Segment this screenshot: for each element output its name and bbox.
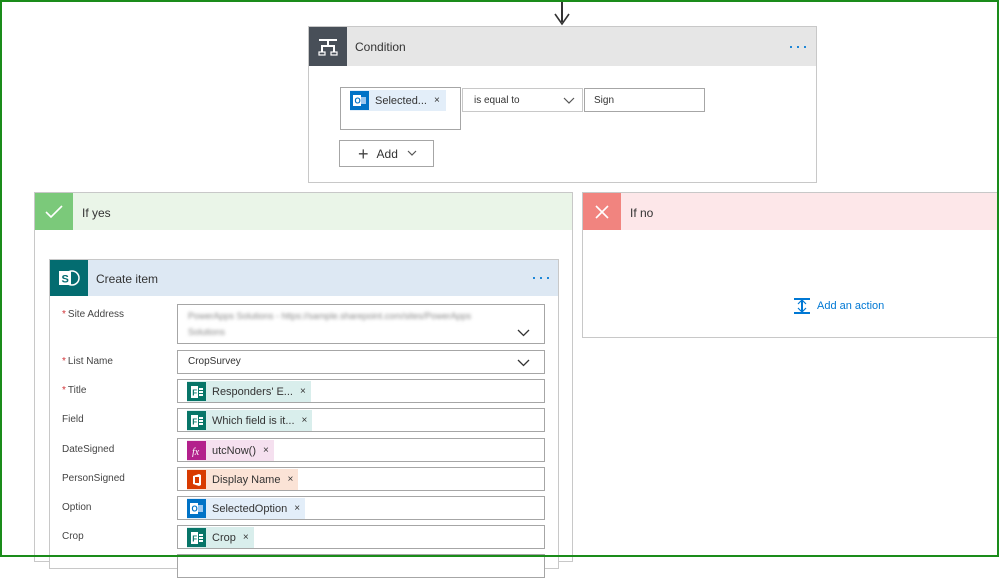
create-item-header[interactable]: S Create item ··· — [50, 260, 558, 296]
svg-text:fx: fx — [192, 447, 200, 457]
date-signed-field[interactable]: fx utcNow() × — [177, 438, 545, 462]
forms-icon: F — [187, 382, 206, 401]
site-address-label: * Site Address — [62, 309, 125, 320]
condition-header[interactable]: Condition ··· — [309, 27, 816, 66]
token-label: Responders' E... — [212, 385, 293, 398]
remove-token-button[interactable]: × — [302, 415, 308, 426]
remove-token-button[interactable]: × — [243, 532, 249, 543]
close-icon — [583, 193, 621, 230]
site-address-value-redacted: PowerApps Solutions - https://sample.sha… — [188, 311, 472, 321]
condition-card[interactable]: Condition ··· O Selected... × is equal t… — [308, 26, 817, 183]
list-name-value: CropSurvey — [188, 356, 241, 367]
add-button-label: Add — [376, 146, 398, 161]
field-field[interactable]: F Which field is it... × — [177, 408, 545, 432]
svg-text:F: F — [192, 534, 197, 543]
svg-text:F: F — [192, 388, 197, 397]
remove-token-button[interactable]: × — [263, 445, 269, 456]
condition-left-operand[interactable]: O Selected... × — [340, 87, 461, 130]
sharepoint-icon: S — [50, 260, 88, 296]
chevron-down-icon — [517, 359, 530, 367]
next-field[interactable] — [177, 554, 545, 578]
create-item-more-menu[interactable]: ··· — [531, 268, 552, 286]
chevron-down-icon — [563, 97, 575, 104]
site-address-value-redacted-2: Solutions — [188, 327, 226, 337]
token-label: Crop — [212, 531, 236, 544]
condition-value-input[interactable]: Sign — [584, 88, 705, 112]
add-action-label: Add an action — [817, 300, 885, 312]
arrow-down-icon — [554, 13, 570, 26]
option-label: Option — [62, 502, 92, 513]
dynamic-token-selected-option[interactable]: O SelectedOption × — [187, 498, 306, 519]
operator-dropdown[interactable]: is equal to — [462, 88, 583, 112]
if-no-title: If no — [630, 206, 654, 220]
dynamic-token-selected[interactable]: O Selected... × — [350, 90, 446, 111]
dynamic-token-crop[interactable]: F Crop × — [187, 527, 254, 548]
dynamic-token-which-field[interactable]: F Which field is it... × — [187, 410, 313, 431]
svg-text:O: O — [192, 505, 198, 514]
token-label: utcNow() — [212, 444, 257, 457]
site-address-dropdown[interactable]: PowerApps Solutions - https://sample.sha… — [177, 304, 545, 344]
if-no-header[interactable]: If no — [583, 193, 999, 230]
if-yes-header[interactable]: If yes — [35, 193, 572, 230]
title-field[interactable]: F Responders' E... × — [177, 379, 545, 403]
checkmark-icon — [35, 193, 73, 230]
date-signed-label: DateSigned — [62, 444, 115, 455]
add-action-button[interactable]: Add an action — [793, 297, 884, 315]
forms-icon: F — [187, 528, 206, 547]
token-label: SelectedOption — [212, 502, 288, 515]
remove-token-button[interactable]: × — [300, 386, 306, 397]
dynamic-token-display-name[interactable]: Display Name × — [187, 469, 299, 490]
expression-icon: fx — [187, 441, 206, 460]
list-name-dropdown[interactable]: CropSurvey — [177, 350, 545, 374]
person-signed-label: PersonSigned — [62, 473, 125, 484]
person-signed-field[interactable]: Display Name × — [177, 467, 545, 491]
svg-text:S: S — [62, 274, 69, 286]
create-item-title: Create item — [96, 272, 159, 286]
if-no-branch[interactable]: If no Add an action — [582, 192, 999, 338]
add-action-icon — [794, 298, 810, 314]
title-label: * Title — [62, 385, 87, 396]
crop-label: Crop — [62, 531, 84, 542]
forms-icon: F — [187, 411, 206, 430]
chevron-down-icon — [407, 150, 417, 156]
remove-token-button[interactable]: × — [294, 503, 300, 514]
if-yes-branch[interactable]: If yes S Create item ··· * Site Address P… — [34, 192, 573, 578]
svg-text:F: F — [192, 417, 197, 426]
svg-text:O: O — [355, 97, 361, 106]
add-condition-button[interactable]: + Add — [339, 140, 434, 167]
token-label: Selected... — [375, 94, 427, 107]
if-yes-title: If yes — [82, 206, 111, 220]
office365-icon — [187, 470, 206, 489]
condition-more-menu[interactable]: ··· — [788, 37, 809, 55]
condition-title: Condition — [355, 40, 406, 54]
token-label: Display Name — [212, 473, 281, 486]
outlook-icon: O — [187, 499, 206, 518]
expression-token-utcnow[interactable]: fx utcNow() × — [187, 440, 274, 461]
dynamic-token-responders-email[interactable]: F Responders' E... × — [187, 381, 311, 402]
create-item-card[interactable]: S Create item ··· * Site Address PowerApp… — [49, 259, 559, 578]
condition-value: Sign — [594, 95, 615, 106]
remove-token-button[interactable]: × — [287, 474, 293, 485]
list-name-label: * List Name — [62, 356, 113, 367]
chevron-down-icon — [517, 329, 530, 337]
remove-token-button[interactable]: × — [434, 95, 440, 106]
operator-value: is equal to — [474, 95, 520, 106]
option-field[interactable]: O SelectedOption × — [177, 496, 545, 520]
field-label: Field — [62, 414, 84, 425]
outlook-icon: O — [350, 91, 369, 110]
token-label: Which field is it... — [212, 414, 295, 427]
crop-field[interactable]: F Crop × — [177, 525, 545, 549]
condition-icon — [309, 27, 347, 66]
plus-icon: + — [358, 143, 369, 164]
